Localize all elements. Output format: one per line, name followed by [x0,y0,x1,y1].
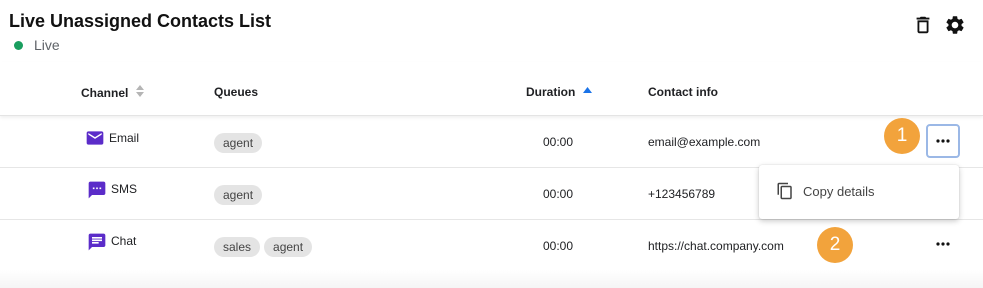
sms-icon [87,180,107,200]
status-dot-icon [14,40,23,50]
column-label-contact-info: Contact info [648,85,718,99]
duration-value: 00:00 [543,239,574,253]
queue-chip: agent [214,185,263,205]
more-horizontal-icon [936,242,950,246]
chat-icon [87,232,107,252]
sort-unsorted-icon[interactable] [136,85,145,100]
email-icon [85,128,105,148]
duration-value: 00:00 [543,187,574,201]
bottom-fade [0,270,983,288]
column-label-channel: Channel [81,85,129,100]
page-header: Live Unassigned Contacts List Live [0,0,983,62]
queue-chip: agent [214,133,263,153]
queue-chips: agent [214,133,263,153]
channel-label: Email [109,131,140,145]
status-label: Live [34,37,60,53]
annotation-badge: 2 [817,227,853,263]
context-menu: Copy details [759,165,959,219]
channel-label: SMS [111,182,138,196]
contact-info-value: email@example.com [648,135,761,149]
queue-chips: agent [214,185,263,205]
contact-info-value: +123456789 [648,187,716,201]
menu-item-label: Copy details [803,184,875,199]
copy-icon [776,182,794,200]
live-status: Live [14,37,60,53]
page-title: Live Unassigned Contacts List [9,11,272,31]
queue-chip: sales [214,237,261,257]
more-actions-button[interactable] [926,227,960,261]
contact-info-value: https://chat.company.com [648,239,784,253]
more-horizontal-icon [936,139,950,143]
more-actions-button[interactable] [926,124,960,158]
column-header-contact-info[interactable]: Contact info [648,85,718,99]
column-header-duration[interactable]: Duration [526,82,593,99]
channel-label: Chat [111,234,137,248]
column-label-queues: Queues [214,85,259,99]
column-header-channel[interactable]: Channel [81,85,145,100]
queue-chip: agent [264,237,313,257]
table-row[interactable]: Email agent 00:00 email@example.com [0,116,983,168]
trash-icon[interactable] [912,14,934,36]
duration-value: 00:00 [543,135,574,149]
queue-chips: sales agent [214,237,313,257]
column-label-duration: Duration [526,85,576,99]
column-header-queues[interactable]: Queues [214,85,258,99]
menu-item-copy-details[interactable]: Copy details [759,165,959,219]
annotation-badge: 1 [884,118,920,154]
gear-icon[interactable] [944,14,966,36]
sort-ascending-icon[interactable] [583,82,593,96]
table-header: Channel Queues Duration Contact info [0,62,983,116]
